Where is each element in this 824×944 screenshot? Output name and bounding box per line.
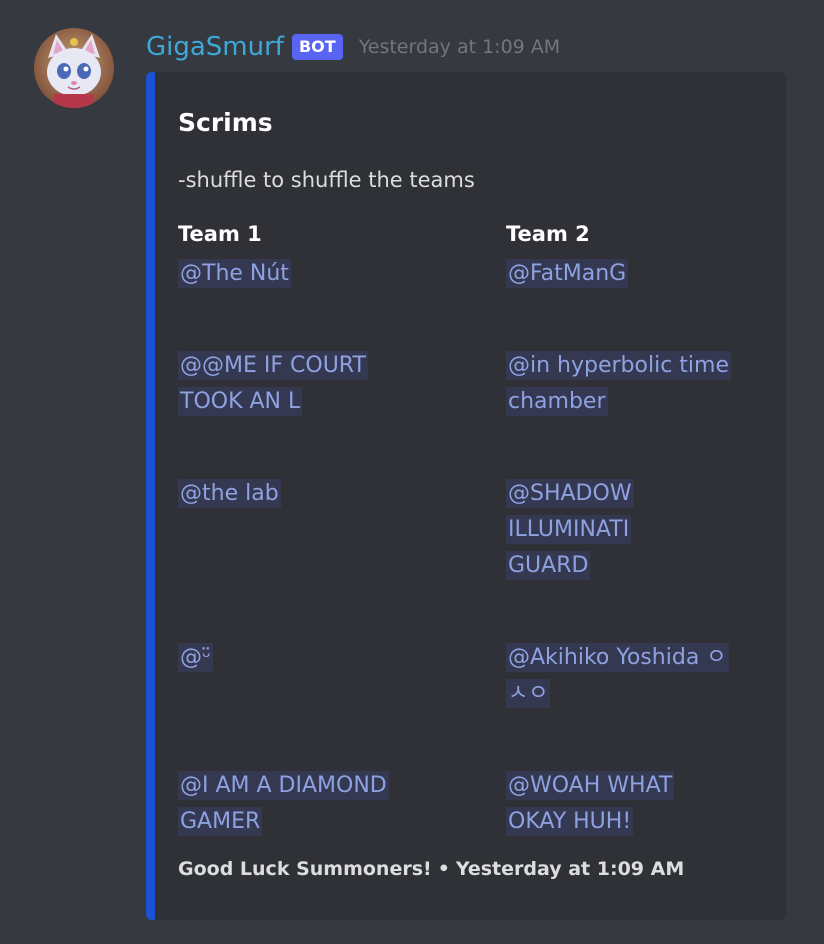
mention-text[interactable]: @FatManG bbox=[506, 259, 629, 288]
message-timestamp[interactable]: Yesterday at 1:09 AM bbox=[359, 36, 561, 58]
footer-timestamp: Yesterday at 1:09 AM bbox=[455, 858, 685, 880]
embed-title: Scrims bbox=[178, 108, 273, 137]
team-2-member-mention[interactable]: @FatManG bbox=[506, 256, 756, 292]
team-1-member-mention[interactable]: @ᵕ̈ bbox=[178, 640, 428, 676]
field-name-team-2: Team 2 bbox=[506, 222, 590, 246]
mention-text[interactable]: @@ME IF COURT TOOK AN L bbox=[178, 351, 368, 416]
team-2-member-mention[interactable]: @Akihiko Yoshida ㅇㅅㅇ bbox=[506, 640, 746, 712]
team-2-member-mention[interactable]: @in hyperbolic time chamber bbox=[506, 348, 766, 420]
team-2-member-mention[interactable]: @SHADOW ILLUMINATI GUARD bbox=[506, 476, 676, 584]
embed-accent-bar bbox=[146, 72, 155, 920]
mention-text[interactable]: @in hyperbolic time chamber bbox=[506, 351, 731, 416]
author-username[interactable]: GigaSmurf bbox=[146, 32, 284, 62]
embed-description: -shuffle to shuffle the teams bbox=[178, 168, 475, 192]
team-1-member-mention[interactable]: @The Nút bbox=[178, 256, 428, 292]
chat-message: GigaSmurf BOT Yesterday at 1:09 AM Scrim… bbox=[0, 0, 824, 944]
team-2-member-mention[interactable]: @WOAH WHAT OKAY HUH! bbox=[506, 768, 736, 840]
bot-badge: BOT bbox=[291, 34, 343, 60]
mention-text[interactable]: @SHADOW ILLUMINATI GUARD bbox=[506, 479, 634, 580]
mention-text[interactable]: @The Nút bbox=[178, 259, 291, 288]
mention-text[interactable]: @WOAH WHAT OKAY HUH! bbox=[506, 771, 675, 836]
team-1-member-mention[interactable]: @@ME IF COURT TOOK AN L bbox=[178, 348, 428, 420]
mention-text[interactable]: @I AM A DIAMOND GAMER bbox=[178, 771, 389, 836]
embed-footer: Good Luck Summoners! • Yesterday at 1:09 A… bbox=[178, 858, 684, 880]
footer-text: Good Luck Summoners! bbox=[178, 858, 432, 880]
mention-text[interactable]: @the lab bbox=[178, 479, 281, 508]
avatar[interactable] bbox=[34, 28, 114, 108]
message-header: GigaSmurf BOT Yesterday at 1:09 AM bbox=[146, 28, 560, 66]
footer-separator: • bbox=[437, 858, 450, 880]
mention-text[interactable]: @ᵕ̈ bbox=[178, 643, 214, 672]
team-1-member-mention[interactable]: @I AM A DIAMOND GAMER bbox=[178, 768, 418, 840]
field-name-team-1: Team 1 bbox=[178, 222, 262, 246]
kitten-avatar-icon bbox=[34, 28, 114, 108]
embed-card: Scrims -shuffle to shuffle the teams Tea… bbox=[146, 72, 786, 920]
team-1-member-mention[interactable]: @the lab bbox=[178, 476, 428, 512]
mention-text[interactable]: @Akihiko Yoshida ㅇㅅㅇ bbox=[506, 643, 729, 708]
